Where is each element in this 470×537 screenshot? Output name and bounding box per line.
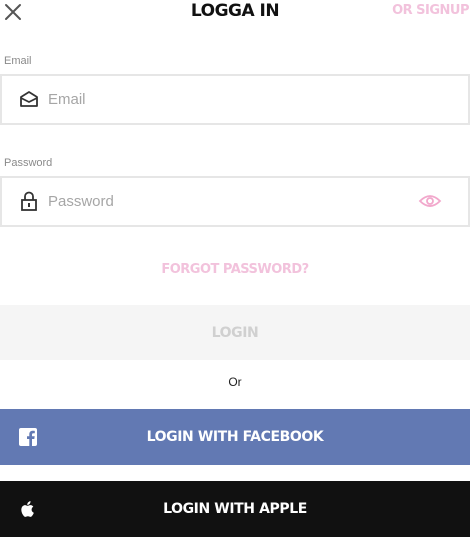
apple-icon [21,501,34,517]
password-input[interactable] [48,178,408,225]
login-button[interactable]: LOGIN [0,305,470,360]
facebook-login-label: LOGIN WITH FACEBOOK [146,429,324,445]
password-label: Password [4,157,53,169]
facebook-login-button[interactable]: LOGIN WITH FACEBOOK [0,409,470,465]
envelope-icon [20,91,38,107]
password-field-container [0,176,470,227]
signup-link[interactable]: OR SIGNUP [392,3,469,18]
lock-icon [21,191,37,211]
facebook-icon [19,428,37,446]
forgot-password-row: FORGOT PASSWORD? [0,262,470,277]
or-divider: Or [228,375,242,389]
email-label: Email [4,55,32,67]
email-field-container [0,74,470,125]
close-button[interactable] [4,3,22,21]
header: LOGGA IN OR SIGNUP [0,0,470,26]
eye-icon[interactable] [418,192,442,210]
close-icon [5,4,21,20]
forgot-password-link[interactable]: FORGOT PASSWORD? [161,262,309,277]
email-input[interactable] [48,76,408,123]
apple-login-button[interactable]: LOGIN WITH APPLE [0,481,470,537]
apple-login-label: LOGIN WITH APPLE [163,501,307,517]
